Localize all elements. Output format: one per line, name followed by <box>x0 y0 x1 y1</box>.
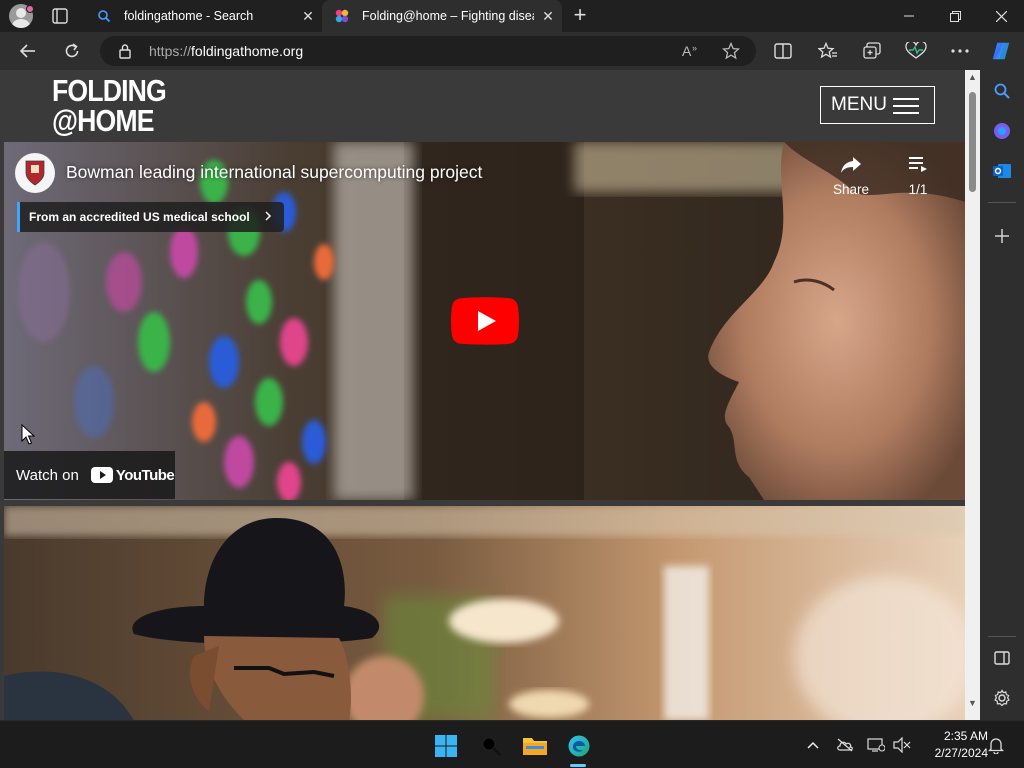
minimize-button[interactable] <box>886 0 932 32</box>
copilot-icon[interactable] <box>990 40 1012 62</box>
share-icon <box>831 154 871 178</box>
favorites-icon[interactable] <box>817 40 839 62</box>
sidebar-divider <box>988 636 1016 637</box>
windows-start-icon[interactable] <box>433 733 459 759</box>
refresh-icon[interactable] <box>61 40 83 62</box>
scroll-up-arrow-icon[interactable]: ▲ <box>968 72 977 82</box>
youtube-embed[interactable]: Bowman leading international supercomput… <box>4 142 965 500</box>
tab-strip: foldingathome - Search ✕ Folding@home – … <box>0 0 1024 32</box>
collections-icon[interactable] <box>861 40 883 62</box>
foldingathome-favicon-icon <box>334 8 350 24</box>
network-icon[interactable] <box>867 736 885 754</box>
clock-time: 2:35 AM <box>943 729 988 743</box>
search-icon[interactable] <box>991 80 1013 102</box>
volume-muted-icon[interactable] <box>893 736 911 754</box>
settings-gear-icon[interactable] <box>991 687 1013 709</box>
chevron-right-icon <box>264 210 272 224</box>
watch-on-youtube-button[interactable]: Watch on YouTube <box>4 451 175 499</box>
more-options-icon[interactable] <box>949 40 971 62</box>
search-icon <box>96 8 112 24</box>
tab-actions-icon[interactable] <box>50 6 70 26</box>
scroll-down-arrow-icon[interactable]: ▼ <box>968 698 977 708</box>
search-taskbar-icon[interactable] <box>478 733 504 759</box>
file-explorer-icon[interactable] <box>522 733 548 759</box>
menu-label: MENU <box>831 94 887 115</box>
tab-search[interactable]: foldingathome - Search ✕ <box>84 0 322 32</box>
mouse-cursor <box>21 423 36 446</box>
windows-taskbar: 2:35 AM 2/27/2024 <box>0 720 1024 768</box>
playlist-icon <box>902 154 934 178</box>
scrollbar-thumb[interactable] <box>969 92 976 192</box>
youtube-logo: YouTube <box>90 467 175 484</box>
tab-close-icon[interactable]: ✕ <box>534 8 562 25</box>
notification-bell-icon[interactable] <box>987 736 1005 754</box>
svg-text:»: » <box>692 43 697 53</box>
video-title[interactable]: Bowman leading international supercomput… <box>66 162 482 183</box>
chevron-up-icon[interactable] <box>804 736 822 754</box>
url-text: https://foldingathome.org <box>149 43 304 59</box>
address-bar[interactable]: https://foldingathome.org A» <box>100 36 756 66</box>
play-button-icon[interactable] <box>451 297 519 345</box>
close-window-button[interactable] <box>978 0 1024 32</box>
playlist-count: 1/1 <box>908 182 928 197</box>
copilot-sidebar-icon[interactable] <box>991 120 1013 142</box>
system-clock[interactable]: 2:35 AM 2/27/2024 <box>918 728 988 762</box>
browser-essentials-icon[interactable] <box>905 40 927 62</box>
outlook-icon[interactable] <box>991 160 1013 182</box>
split-screen-icon[interactable] <box>772 40 794 62</box>
vertical-scrollbar[interactable]: ▲ ▼ <box>965 70 980 720</box>
desktop: foldingathome - Search ✕ Folding@home – … <box>0 0 1024 768</box>
volunteers-photo <box>4 506 965 720</box>
info-panel-chip[interactable]: From an accredited US medical school <box>17 202 284 232</box>
svg-text:A: A <box>682 43 692 59</box>
restore-button[interactable] <box>932 0 978 32</box>
foldingathome-logo[interactable]: FOLDING @HOME <box>52 75 167 136</box>
edge-browser-icon[interactable] <box>566 733 592 759</box>
active-app-indicator <box>570 764 586 767</box>
clock-date: 2/27/2024 <box>934 746 988 760</box>
read-aloud-icon[interactable]: A» <box>681 41 701 61</box>
lock-icon[interactable] <box>118 43 132 64</box>
browser-toolbar: https://foldingathome.org A» <box>0 32 1024 70</box>
edge-sidebar <box>980 70 1024 720</box>
add-icon[interactable] <box>991 225 1013 247</box>
profile-badge <box>26 5 34 13</box>
sidebar-toggle-icon[interactable] <box>991 647 1013 669</box>
hamburger-icon <box>893 98 919 114</box>
sidebar-divider <box>988 202 1016 203</box>
back-arrow-icon[interactable] <box>17 40 39 62</box>
onedrive-icon[interactable] <box>836 736 854 754</box>
share-label: Share <box>832 182 870 197</box>
share-button[interactable]: Share <box>831 154 871 197</box>
watch-on-label: Watch on <box>16 466 79 484</box>
tab-close-icon[interactable]: ✕ <box>294 8 322 25</box>
new-tab-button[interactable]: + <box>570 4 590 26</box>
channel-avatar[interactable] <box>15 153 55 193</box>
chip-label: From an accredited US medical school <box>29 210 250 224</box>
tab-title: Folding@home – Fighting diseas <box>362 9 534 23</box>
playlist-button[interactable]: 1/1 <box>902 154 934 197</box>
site-header: FOLDING @HOME MENU <box>0 70 965 142</box>
tab-title: foldingathome - Search <box>124 9 254 23</box>
hero-image <box>4 506 965 720</box>
tab-foldingathome[interactable]: Folding@home – Fighting diseas ✕ <box>322 0 562 32</box>
menu-button[interactable]: MENU <box>820 86 935 124</box>
page-viewport: FOLDING @HOME MENU Bowman leading intern… <box>0 70 980 720</box>
favorite-star-icon[interactable] <box>721 41 741 61</box>
